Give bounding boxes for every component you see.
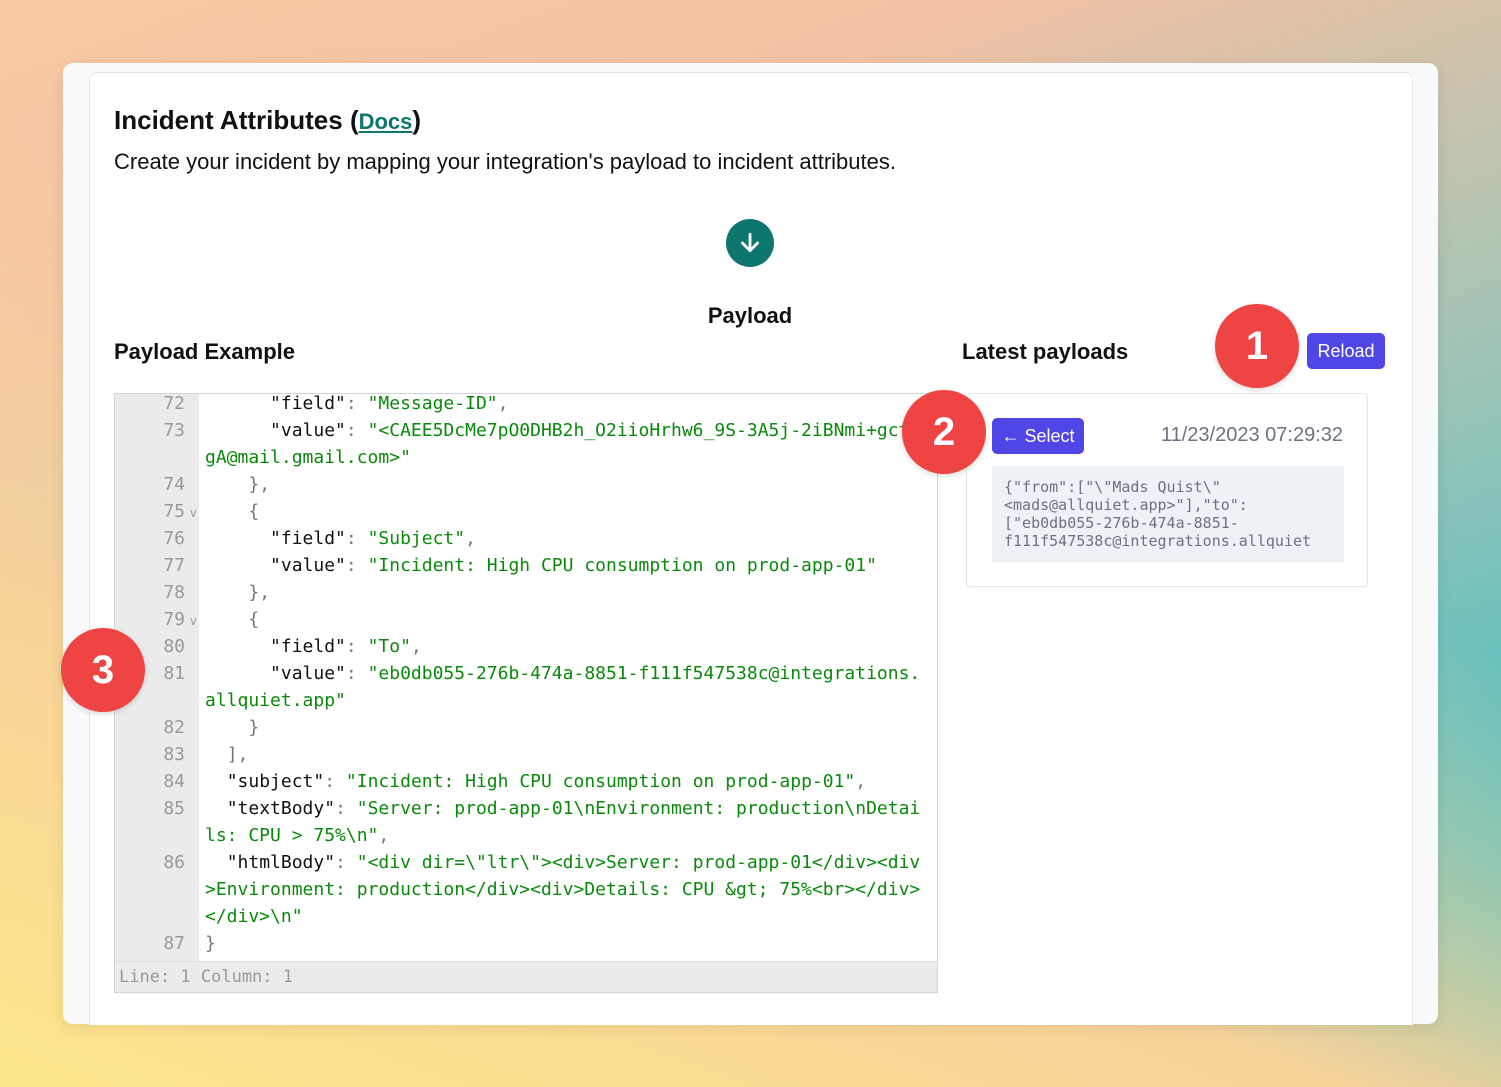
code-line: 86 "htmlBody": "<div dir=\"ltr\"><div>Se… bbox=[115, 849, 937, 930]
code-line: 81 "value": "eb0db055-276b-474a-8851-f11… bbox=[115, 660, 937, 714]
line-number: 87 bbox=[163, 933, 185, 954]
code-line: 80 "field": "To", bbox=[115, 633, 937, 660]
page-title: Incident Attributes (Docs) bbox=[114, 105, 422, 135]
latest-payload-item: ← Select 11/23/2023 07:29:32 {"from":["\… bbox=[966, 393, 1368, 587]
line-number: 85 bbox=[163, 798, 185, 819]
line-number: 82 bbox=[163, 717, 185, 738]
code-line: 82 } bbox=[115, 714, 937, 741]
main-card: Incident Attributes (Docs) Create your i… bbox=[63, 63, 1438, 1025]
line-text: { bbox=[205, 609, 260, 630]
line-text: } bbox=[205, 717, 260, 738]
code-line: 84 "subject": "Incident: High CPU consum… bbox=[115, 768, 937, 795]
line-text: } bbox=[205, 933, 216, 954]
editor-status-bar: Line: 1 Column: 1 bbox=[115, 961, 937, 992]
line-number: 73 bbox=[163, 420, 185, 441]
step-badge-3: 3 bbox=[61, 628, 145, 712]
arrow-down-circle-icon bbox=[726, 219, 774, 267]
line-number: 76 bbox=[163, 528, 185, 549]
payload-example-title: Payload Example bbox=[114, 339, 295, 364]
line-text: ], bbox=[205, 744, 249, 765]
docs-link[interactable]: Docs bbox=[359, 109, 413, 134]
line-number: 74 bbox=[163, 474, 185, 495]
fold-chevron-icon[interactable]: v bbox=[190, 500, 197, 527]
line-text: }, bbox=[205, 474, 271, 495]
line-text: "value": "eb0db055-276b-474a-8851-f111f5… bbox=[205, 663, 921, 711]
line-text: "textBody": "Server: prod-app-01\nEnviro… bbox=[205, 798, 921, 846]
step-badge-2: 2 bbox=[902, 390, 986, 474]
code-line: 77 "value": "Incident: High CPU consumpt… bbox=[115, 552, 937, 579]
code-line: 83 ], bbox=[115, 741, 937, 768]
line-text: }, bbox=[205, 582, 271, 603]
line-number: 78 bbox=[163, 582, 185, 603]
code-line: 76 "field": "Subject", bbox=[115, 525, 937, 552]
line-text: { bbox=[205, 501, 260, 522]
line-number: 77 bbox=[163, 555, 185, 576]
line-number: 84 bbox=[163, 771, 185, 792]
line-text: "field": "Subject", bbox=[270, 528, 476, 549]
payload-timestamp: 11/23/2023 07:29:32 bbox=[1160, 424, 1343, 446]
editor-code-area[interactable]: 72 "field": "Message-ID", 73 "value": "<C… bbox=[115, 393, 937, 957]
code-line: 79 v { bbox=[115, 606, 937, 633]
code-line: 85 "textBody": "Server: prod-app-01\nEnv… bbox=[115, 795, 937, 849]
code-line: 78 }, bbox=[115, 579, 937, 606]
line-text: "subject": "Incident: High CPU consumpti… bbox=[226, 771, 867, 792]
line-number: 83 bbox=[163, 744, 185, 765]
line-text: "value": "<CAEE5DcMe7pO0DHB2h_O2iioHrhw6… bbox=[205, 420, 921, 468]
line-text: "htmlBody": "<div dir=\"ltr\"><div>Serve… bbox=[205, 852, 921, 927]
payload-section-title: Payload bbox=[707, 303, 793, 328]
code-line: 87} bbox=[115, 930, 937, 957]
line-number: 75 v bbox=[115, 498, 199, 525]
line-text: "field": "To", bbox=[270, 636, 422, 657]
line-text: "field": "Message-ID", bbox=[270, 393, 509, 414]
line-number: 72 bbox=[163, 393, 185, 414]
step-badge-1: 1 bbox=[1215, 304, 1299, 388]
page-title-text: Incident Attributes bbox=[114, 105, 343, 135]
line-text: "value": "Incident: High CPU consumption… bbox=[270, 555, 877, 576]
select-payload-button[interactable]: ← Select bbox=[992, 418, 1084, 454]
reload-button[interactable]: Reload bbox=[1307, 333, 1385, 369]
code-line: 73 "value": "<CAEE5DcMe7pO0DHB2h_O2iioHr… bbox=[115, 417, 937, 471]
fold-chevron-icon[interactable]: v bbox=[190, 608, 197, 635]
line-number: 79 v bbox=[115, 606, 199, 633]
payload-code-editor[interactable]: 72 "field": "Message-ID", 73 "value": "<C… bbox=[114, 393, 938, 993]
incident-attributes-panel: Incident Attributes (Docs) Create your i… bbox=[89, 72, 1413, 1025]
payload-preview: {"from":["\"Mads Quist\" <mads@allquiet.… bbox=[992, 466, 1344, 562]
line-number: 86 bbox=[163, 852, 185, 873]
code-line: 75 v { bbox=[115, 498, 937, 525]
latest-payloads-title: Latest payloads bbox=[962, 339, 1129, 364]
code-line: 72 "field": "Message-ID", bbox=[115, 393, 937, 417]
page-subtitle: Create your incident by mapping your int… bbox=[114, 149, 896, 174]
code-line: 74 }, bbox=[115, 471, 937, 498]
